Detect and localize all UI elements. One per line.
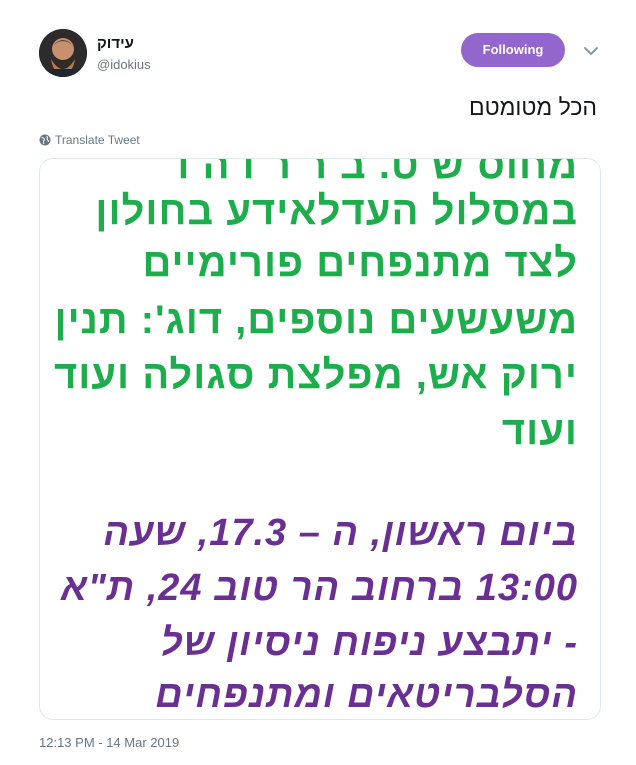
- tweet-timestamp[interactable]: 12:13 PM - 14 Mar 2019: [39, 735, 179, 751]
- tweet-text: הכל מטומטם: [469, 94, 597, 120]
- translate-tweet-link[interactable]: Translate Tweet: [39, 133, 140, 147]
- display-name[interactable]: עידוק: [97, 34, 237, 54]
- translate-tweet-label: Translate Tweet: [55, 133, 140, 147]
- media-text-line: לצד מתנפחים פורימיים: [142, 241, 578, 285]
- media-text-line: ועוד: [501, 409, 578, 453]
- user-handle[interactable]: @idokius: [97, 56, 237, 74]
- chevron-down-icon[interactable]: [582, 44, 600, 58]
- media-text-line: משעשעים נוספים, דוג': תנין: [54, 298, 578, 342]
- media-text-line: ביום ראשון, ה – 17.3, שעה: [103, 512, 578, 554]
- avatar-image: [39, 29, 87, 77]
- media-text-line: ירוק אש, מפלצת סגולה ועוד: [53, 353, 578, 397]
- avatar[interactable]: [39, 29, 87, 77]
- tweet-media-image[interactable]: מחוס ש ט. ב ר ר ו ה ו במסלול העדלאידע בח…: [39, 158, 601, 720]
- user-info: עידוק @idokius: [97, 34, 237, 74]
- tweet: עידוק @idokius Following הכל מטומטם Tran…: [0, 0, 636, 765]
- globe-icon: [39, 134, 51, 146]
- media-text-image: מחוס ש ט. ב ר ר ו ה ו במסלול העדלאידע בח…: [40, 159, 600, 719]
- following-button[interactable]: Following: [461, 33, 565, 67]
- media-text-line: במסלול העדלאידע בחולון: [95, 189, 578, 233]
- media-text-line: 13:00 ברחוב הר טוב 24, ת"א: [60, 567, 578, 609]
- media-text-line: מחוס ש ט. ב ר ר ו ה ו: [177, 158, 578, 187]
- media-text-line: הסלבריטאים ומתנפחים: [155, 674, 578, 716]
- media-text-line: - יתבצע ניפוח ניסיון של: [160, 622, 578, 664]
